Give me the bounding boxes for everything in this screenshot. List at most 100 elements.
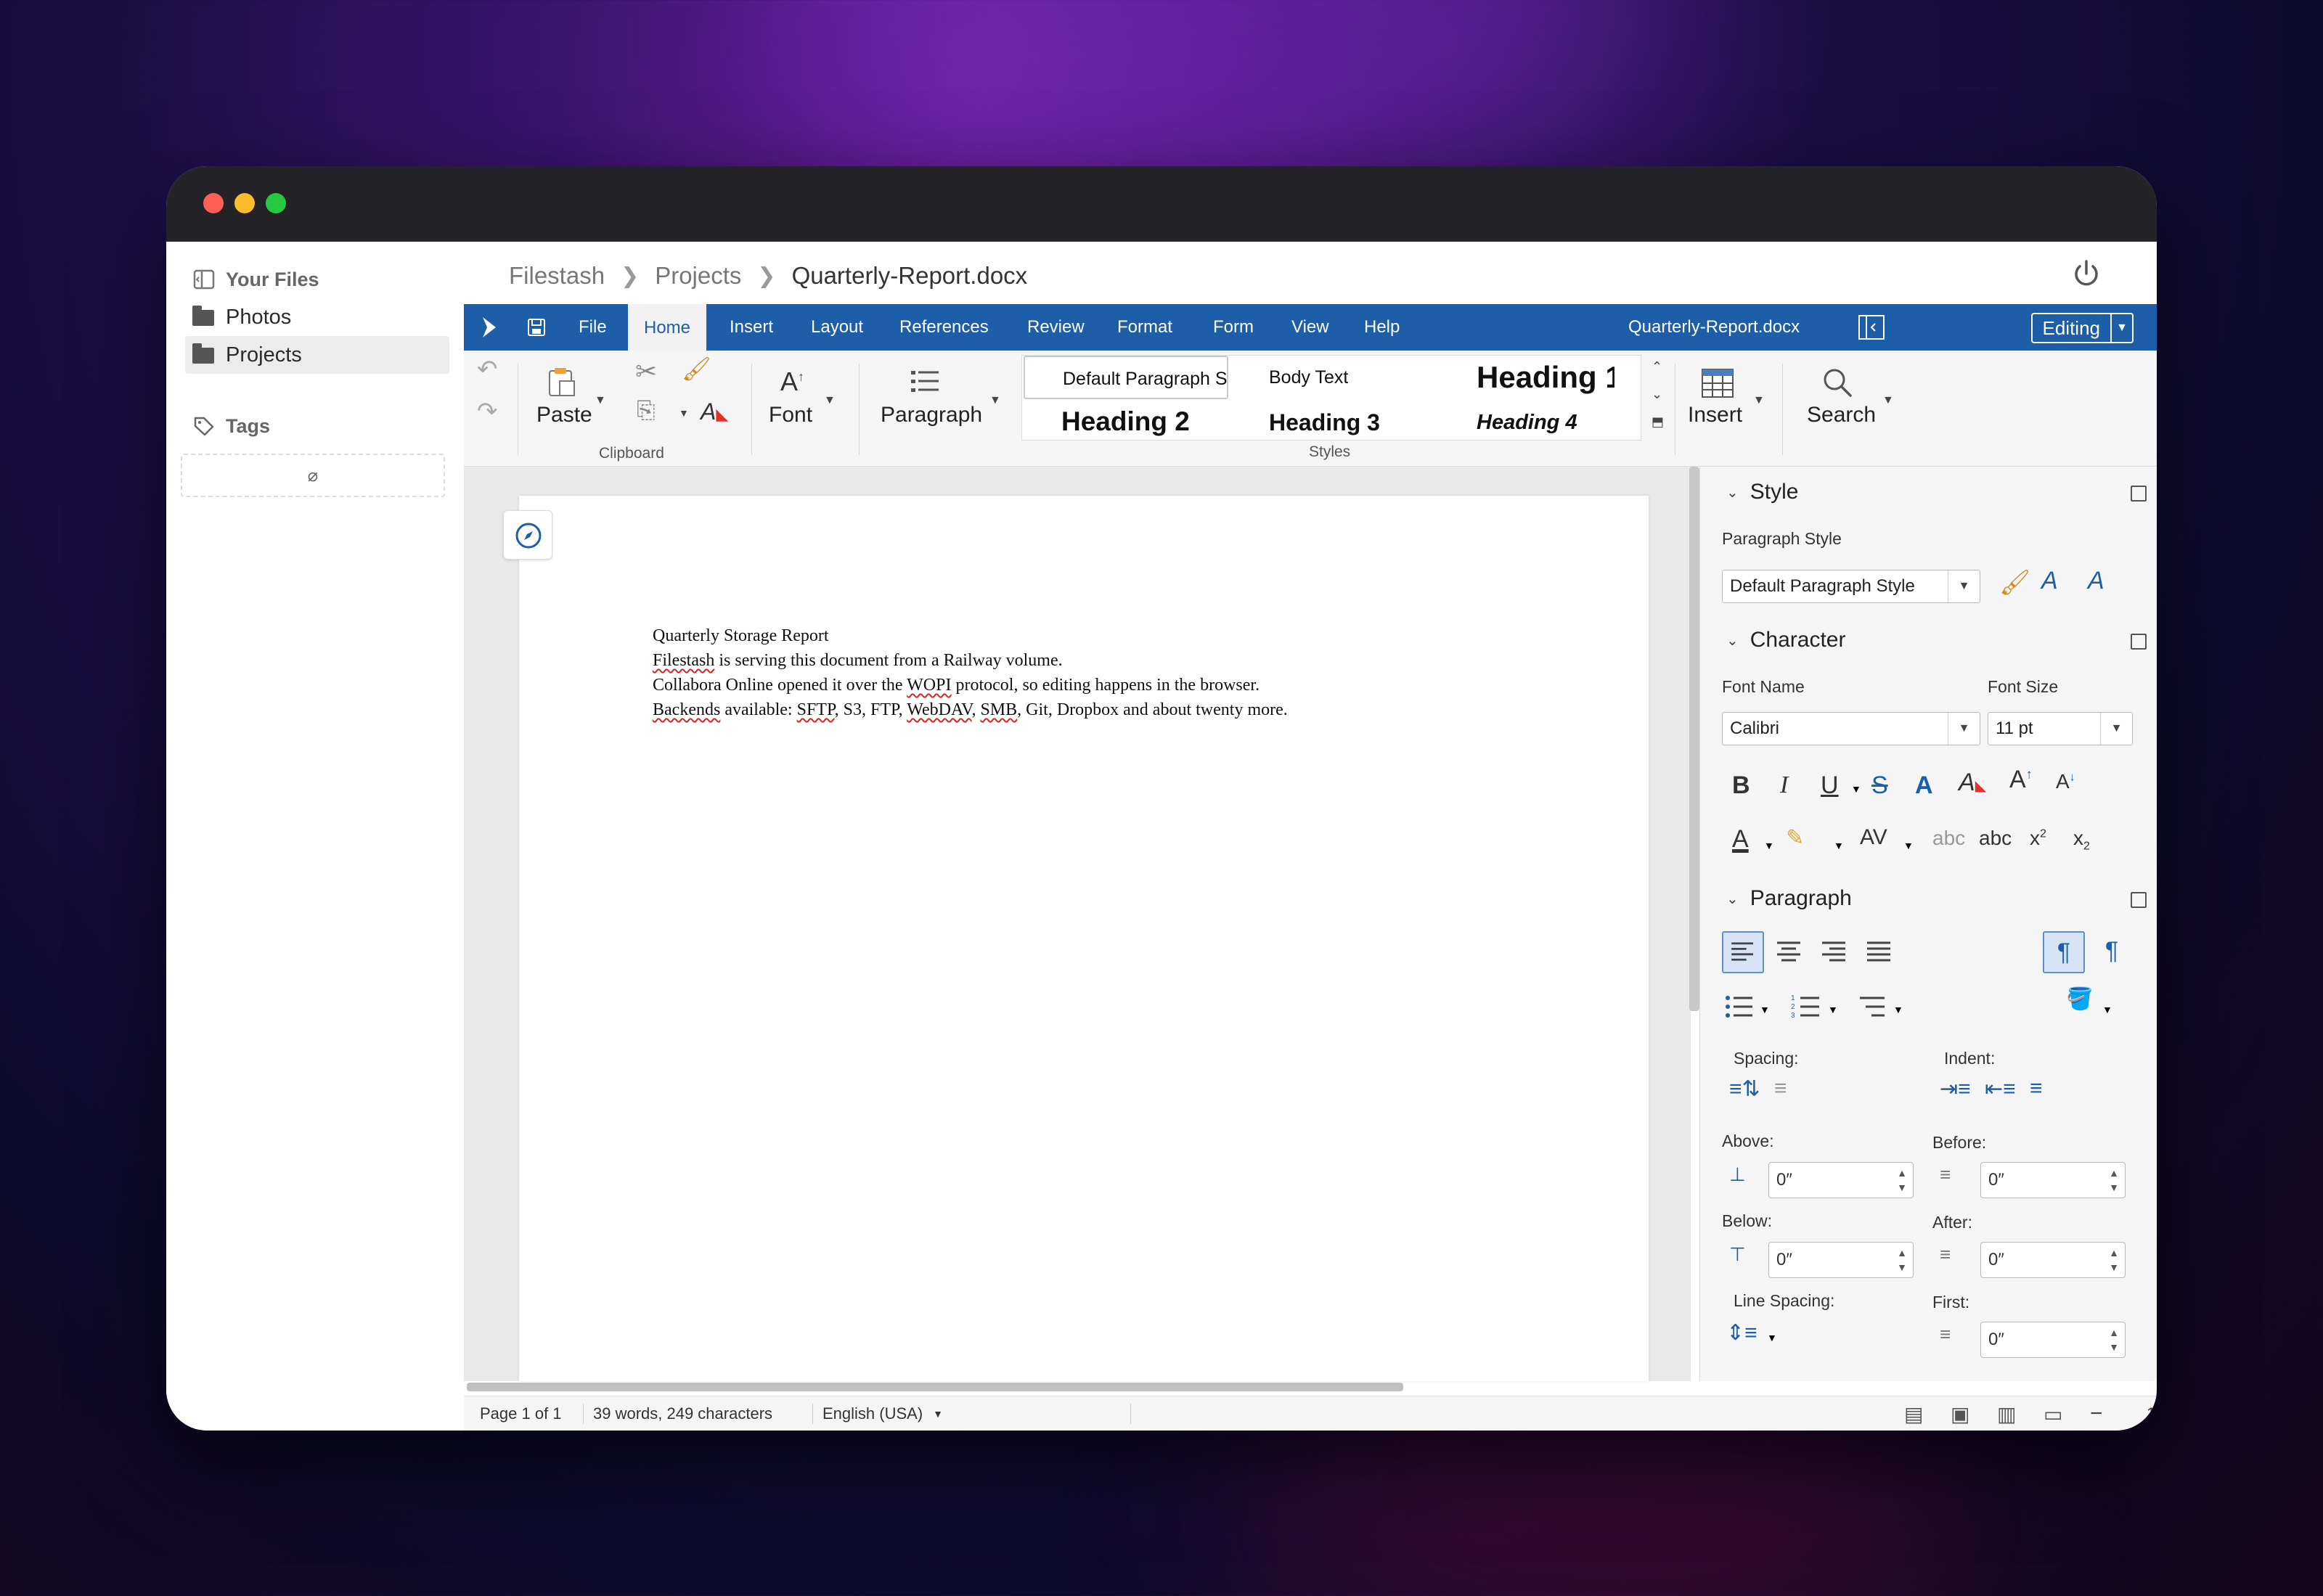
document-canvas[interactable]: Quarterly Storage Report Filestash is se…	[464, 467, 1691, 1381]
menu-format[interactable]: Format	[1117, 304, 1172, 351]
menu-review[interactable]: Review	[1027, 304, 1085, 351]
character-section-header[interactable]: ⌄ Character	[1726, 628, 1845, 652]
font-icon[interactable]: A↑	[780, 367, 804, 397]
style-default-paragraph[interactable]: Default Paragraph Style	[1024, 356, 1228, 399]
style-section-header[interactable]: ⌄ Style	[1726, 480, 1798, 504]
menu-home[interactable]: Home	[628, 304, 707, 352]
font-color-icon[interactable]: A	[1732, 825, 1749, 854]
document-page[interactable]: Quarterly Storage Report Filestash is se…	[519, 496, 1649, 1381]
subscript-icon[interactable]: x2	[2073, 827, 2090, 854]
style-heading-2[interactable]: Heading 2	[1061, 406, 1190, 437]
book-view-icon[interactable]: ▥	[1997, 1396, 2016, 1431]
hanging-indent-icon[interactable]: ≡	[2030, 1076, 2043, 1101]
breadcrumb-item[interactable]: Projects	[655, 262, 741, 290]
bullet-list-icon[interactable]	[1722, 989, 1757, 1024]
spinner-arrows-icon[interactable]: ▲ ▼	[1897, 1245, 1907, 1274]
popout-icon[interactable]	[2131, 486, 2147, 502]
sidebar-item-projects[interactable]: Projects	[185, 336, 449, 374]
decrease-indent-icon[interactable]: ⇤≡	[1985, 1076, 2016, 1102]
editing-mode-button[interactable]: Editing ▼	[2030, 313, 2134, 343]
spinner-arrows-icon[interactable]: ▲ ▼	[2109, 1166, 2119, 1195]
paragraph-section-header[interactable]: ⌄ Paragraph	[1726, 886, 1852, 911]
chevron-down-icon[interactable]: ▼	[1893, 1004, 1903, 1015]
style-heading-3[interactable]: Heading 3	[1269, 409, 1380, 436]
bold-icon[interactable]: B	[1732, 772, 1750, 800]
before-indent-field[interactable]: 0″ ▲ ▼	[1980, 1162, 2126, 1198]
minimize-window-button[interactable]	[234, 193, 255, 213]
zoom-out-icon[interactable]: −	[2090, 1396, 2103, 1431]
menu-layout[interactable]: Layout	[811, 304, 863, 351]
save-icon[interactable]	[526, 317, 547, 337]
chevron-down-icon[interactable]: ▼	[1767, 1332, 1777, 1343]
zoom-select[interactable]: 100%▼	[2147, 1396, 2157, 1431]
undo-icon[interactable]: ↶	[477, 355, 498, 384]
chevron-down-icon[interactable]: ▼	[2110, 314, 2132, 342]
rtl-paragraph-icon[interactable]: ¶	[2091, 931, 2133, 973]
multi-page-view-icon[interactable]: ▣	[1951, 1396, 1969, 1431]
character-spacing-icon[interactable]: AV	[1860, 825, 1887, 850]
chevron-down-icon[interactable]: ▼	[1764, 840, 1774, 851]
tags-empty-box[interactable]: ⌀	[181, 454, 445, 497]
expand-styles-icon[interactable]: ⬒	[1652, 414, 1664, 430]
spinner-arrows-icon[interactable]: ▲ ▼	[1897, 1166, 1907, 1195]
line-spacing-icon[interactable]: ⇕≡	[1726, 1320, 1757, 1346]
spinner-arrows-icon[interactable]: ▲ ▼	[2109, 1325, 2119, 1354]
superscript-icon[interactable]: x2	[2030, 827, 2046, 850]
cut-icon[interactable]: ✂	[635, 356, 657, 387]
increase-spacing-icon[interactable]: ≡⇅	[1729, 1076, 1760, 1102]
chevron-down-icon[interactable]: ▼	[1753, 394, 1765, 407]
chevron-down-icon[interactable]: ▼	[2102, 1004, 2112, 1015]
chevron-down-icon[interactable]: ▼	[1851, 783, 1861, 795]
chevron-down-icon[interactable]: ▼	[1760, 1004, 1770, 1015]
change-case-icon[interactable]: abc	[1979, 827, 2012, 850]
below-spacing-field[interactable]: 0″ ▲ ▼	[1768, 1242, 1914, 1278]
menu-file[interactable]: File	[579, 304, 607, 351]
update-style-icon[interactable]: A	[2088, 567, 2104, 595]
popout-icon[interactable]	[2131, 634, 2147, 650]
chevron-down-icon[interactable]: ▼	[1828, 1004, 1838, 1015]
document-line-2[interactable]: Filestash is serving this document from …	[653, 651, 1063, 671]
after-indent-field[interactable]: 0″ ▲ ▼	[1980, 1242, 2126, 1278]
sidebar-toggle-icon[interactable]	[1858, 314, 1885, 340]
document-line-1[interactable]: Quarterly Storage Report	[653, 626, 829, 646]
chevron-down-icon[interactable]: ▼	[989, 394, 1001, 407]
strikethrough-icon[interactable]: S	[1871, 772, 1888, 800]
clone-formatting-icon[interactable]: 🖌	[682, 355, 711, 382]
navigator-button[interactable]	[503, 510, 552, 560]
paragraph-icon[interactable]	[910, 368, 942, 398]
sidebar-item-photos[interactable]: Photos	[185, 298, 449, 336]
menu-insert[interactable]: Insert	[730, 304, 773, 351]
close-window-button[interactable]	[203, 193, 224, 213]
document-line-3[interactable]: Collabora Online opened it over the WOPI…	[653, 676, 1260, 695]
shadow-icon[interactable]: A	[1915, 772, 1933, 800]
first-line-indent-field[interactable]: 0″ ▲ ▼	[1980, 1322, 2126, 1358]
shrink-font-icon[interactable]: A↓	[2056, 770, 2075, 793]
your-files-header[interactable]: Your Files	[185, 261, 449, 298]
paragraph-style-select[interactable]: Default Paragraph Style ▼	[1722, 570, 1980, 603]
menu-references[interactable]: References	[899, 304, 989, 351]
breadcrumb-item[interactable]: Filestash	[509, 262, 605, 290]
page-view-icon[interactable]: ▭	[2044, 1396, 2062, 1431]
decrease-spacing-icon[interactable]: ≡	[1774, 1076, 1787, 1101]
italic-icon[interactable]: I	[1780, 772, 1788, 799]
clear-formatting-icon[interactable]: A◣	[1959, 769, 1986, 797]
paste-button[interactable]: Paste	[536, 403, 592, 427]
chevron-down-icon[interactable]: ▼	[679, 407, 689, 419]
font-size-select[interactable]: 11 pt ▼	[1988, 712, 2133, 745]
numbered-list-icon[interactable]: 123	[1789, 989, 1824, 1024]
new-style-icon[interactable]: A	[2041, 567, 2058, 595]
copy-icon[interactable]: ⎘	[637, 397, 656, 425]
align-center-icon[interactable]	[1768, 931, 1810, 973]
menu-help[interactable]: Help	[1364, 304, 1400, 351]
spinner-arrows-icon[interactable]: ▲ ▼	[2109, 1245, 2119, 1274]
insert-button[interactable]: Insert	[1688, 403, 1742, 427]
chevron-down-icon[interactable]: ▼	[1882, 394, 1894, 407]
ltr-paragraph-icon[interactable]: ¶	[2043, 931, 2085, 973]
above-spacing-field[interactable]: 0″ ▲ ▼	[1768, 1162, 1914, 1198]
outline-list-icon[interactable]	[1854, 989, 1889, 1024]
insert-table-icon[interactable]	[1701, 368, 1734, 398]
vertical-scrollbar[interactable]	[1689, 467, 1699, 1011]
highlight-color-icon[interactable]: ✎	[1786, 825, 1804, 851]
chevron-down-icon[interactable]: ▼	[595, 394, 606, 407]
chevron-up-icon[interactable]: ⌃	[1652, 359, 1662, 375]
